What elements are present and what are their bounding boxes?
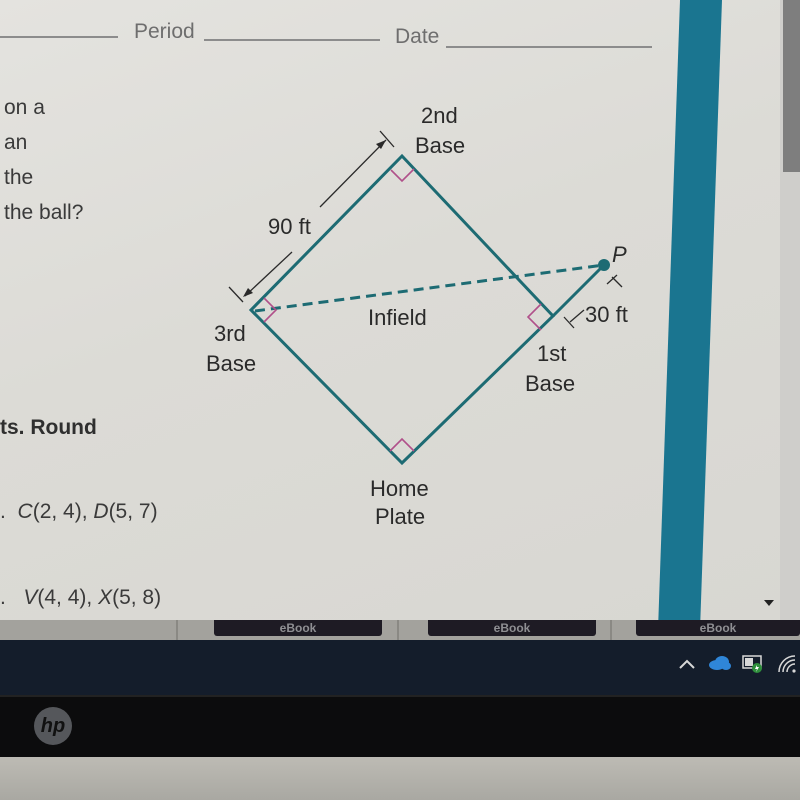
home-plate-label: Home xyxy=(370,476,429,501)
tab-separator xyxy=(176,620,178,640)
tab-separator xyxy=(397,620,399,640)
first-base-label: Base xyxy=(525,371,575,396)
tab-separator xyxy=(610,620,612,640)
accent-sidebar-bar xyxy=(658,0,722,620)
browser-viewport: Period Date on a an the the ball? ts. Ro… xyxy=(0,0,800,620)
scroll-down-arrow-icon[interactable] xyxy=(764,600,774,606)
right-angle-marker-home xyxy=(389,437,415,452)
scrollbar-thumb[interactable] xyxy=(783,0,800,172)
dimension-tick xyxy=(563,316,575,329)
dimension-line-30ft-upper xyxy=(606,274,618,285)
extension-length-label: 30 ft xyxy=(585,302,628,327)
dimension-tick xyxy=(228,286,244,303)
ebook-tab[interactable]: eBook xyxy=(214,620,382,636)
right-angle-marker-second xyxy=(390,168,415,183)
bottom-tab-strip: eBook eBook eBook xyxy=(0,620,800,640)
taskbar xyxy=(0,640,800,695)
third-base-label: 3rd xyxy=(214,321,246,346)
right-angle-marker-first xyxy=(526,303,542,331)
ebook-tab[interactable]: eBook xyxy=(428,620,596,636)
laptop-bezel xyxy=(0,695,800,757)
laptop-chassis xyxy=(0,757,800,800)
infield-label: Infield xyxy=(368,305,427,330)
wifi-icon[interactable] xyxy=(775,652,797,674)
onedrive-cloud-icon[interactable] xyxy=(708,655,732,671)
first-base-label: 1st xyxy=(537,341,566,366)
side-length-label: 90 ft xyxy=(268,214,311,239)
point-p-label: P xyxy=(612,242,627,267)
throw-distance-dashed-line xyxy=(254,263,605,313)
point-p-marker xyxy=(598,259,610,271)
hp-logo: hp xyxy=(34,707,72,745)
dimension-line-90ft-upper xyxy=(319,139,387,208)
baseball-diamond-diagram: 90 ft 30 ft 2nd Base 3rd Base 1st Base H… xyxy=(206,103,628,529)
home-plate-label: Plate xyxy=(375,504,425,529)
second-base-label: 2nd xyxy=(421,103,458,128)
dimension-tick xyxy=(611,276,623,288)
ebook-tab[interactable]: eBook xyxy=(636,620,800,636)
battery-power-icon[interactable] xyxy=(742,654,764,674)
dimension-arrowhead xyxy=(376,140,386,149)
dimension-line-30ft-lower xyxy=(569,309,585,323)
third-base-label: Base xyxy=(206,351,256,376)
chevron-up-icon[interactable] xyxy=(678,658,696,670)
second-base-label: Base xyxy=(415,133,465,158)
right-angle-marker-third xyxy=(263,297,278,323)
